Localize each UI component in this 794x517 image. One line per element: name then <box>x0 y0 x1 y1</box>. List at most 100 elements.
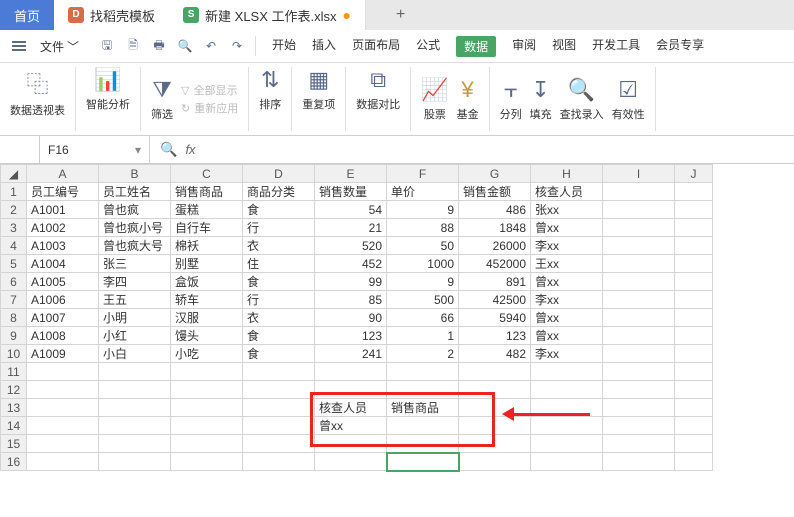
find-button[interactable]: 🔍查找录入 <box>560 77 604 122</box>
cell[interactable] <box>675 309 713 327</box>
cell[interactable] <box>603 381 675 399</box>
cell[interactable] <box>27 453 99 471</box>
cell[interactable]: 食 <box>243 327 315 345</box>
menu-view[interactable]: 视图 <box>552 36 576 57</box>
col-E[interactable]: E <box>315 165 387 183</box>
cell[interactable]: 食 <box>243 345 315 363</box>
cell[interactable] <box>243 417 315 435</box>
cell[interactable]: 26000 <box>459 237 531 255</box>
cell[interactable]: 李xx <box>531 291 603 309</box>
menu-layout[interactable]: 页面布局 <box>352 36 400 57</box>
cell[interactable]: 曾也疯 <box>99 201 171 219</box>
formula-input[interactable] <box>204 143 604 157</box>
cell[interactable] <box>603 237 675 255</box>
cell[interactable]: 99 <box>315 273 387 291</box>
cell[interactable] <box>387 363 459 381</box>
cell[interactable]: 5940 <box>459 309 531 327</box>
cell[interactable]: 棉袄 <box>171 237 243 255</box>
cell[interactable] <box>171 363 243 381</box>
cell[interactable]: A1007 <box>27 309 99 327</box>
hamburger-icon[interactable] <box>8 37 30 55</box>
cell[interactable] <box>675 399 713 417</box>
cell[interactable]: 123 <box>459 327 531 345</box>
col-A[interactable]: A <box>27 165 99 183</box>
cell[interactable] <box>675 327 713 345</box>
cell[interactable]: 1 <box>387 327 459 345</box>
cell[interactable] <box>675 435 713 453</box>
cell[interactable] <box>603 417 675 435</box>
cell[interactable] <box>99 435 171 453</box>
cell[interactable] <box>459 381 531 399</box>
cell[interactable] <box>603 273 675 291</box>
cell[interactable]: 曾xx <box>531 273 603 291</box>
cell[interactable]: A1006 <box>27 291 99 309</box>
cell[interactable] <box>603 201 675 219</box>
cell[interactable]: 42500 <box>459 291 531 309</box>
cell[interactable]: 张xx <box>531 201 603 219</box>
cell[interactable]: 行 <box>243 291 315 309</box>
cell[interactable] <box>387 453 459 471</box>
cell[interactable]: 员工编号 <box>27 183 99 201</box>
col-D[interactable]: D <box>243 165 315 183</box>
cell[interactable]: 张三 <box>99 255 171 273</box>
tab-home[interactable]: 首页 <box>0 0 54 30</box>
cell[interactable]: 李四 <box>99 273 171 291</box>
cell[interactable] <box>675 381 713 399</box>
cell[interactable]: 452000 <box>459 255 531 273</box>
cell[interactable]: 50 <box>387 237 459 255</box>
redo-button[interactable]: ↷ <box>227 36 247 56</box>
cell[interactable]: 曾xx <box>531 219 603 237</box>
cell[interactable] <box>603 453 675 471</box>
cell[interactable] <box>675 345 713 363</box>
cell[interactable] <box>99 453 171 471</box>
cell[interactable] <box>675 255 713 273</box>
cell[interactable] <box>675 453 713 471</box>
cell[interactable]: 9 <box>387 273 459 291</box>
cell[interactable]: 21 <box>315 219 387 237</box>
cell[interactable] <box>459 453 531 471</box>
cell[interactable] <box>243 363 315 381</box>
reapply-button[interactable]: ↻重新应用 <box>181 100 238 116</box>
cell[interactable] <box>531 435 603 453</box>
grid[interactable]: ◢ A B C D E F G H I J 1 员工编号 员工姓名 销售商品 商… <box>0 164 713 471</box>
col-J[interactable]: J <box>675 165 713 183</box>
tab-new[interactable]: + <box>366 0 427 30</box>
cell[interactable] <box>603 363 675 381</box>
cell[interactable]: 衣 <box>243 309 315 327</box>
cell[interactable]: 85 <box>315 291 387 309</box>
cell[interactable]: 销售商品 <box>171 183 243 201</box>
name-box[interactable]: F16▾ <box>40 136 150 163</box>
cell[interactable]: A1004 <box>27 255 99 273</box>
show-all-button[interactable]: ▽全部显示 <box>181 82 238 98</box>
cell[interactable]: 小白 <box>99 345 171 363</box>
cell[interactable]: A1005 <box>27 273 99 291</box>
fund-button[interactable]: ¥基金 <box>457 77 479 122</box>
cell[interactable]: 核查人员 <box>531 183 603 201</box>
menu-formula[interactable]: 公式 <box>416 36 440 57</box>
cell[interactable] <box>387 381 459 399</box>
cell[interactable] <box>459 363 531 381</box>
cell[interactable] <box>531 363 603 381</box>
cell[interactable]: 123 <box>315 327 387 345</box>
cell[interactable]: 馒头 <box>171 327 243 345</box>
cell[interactable]: 66 <box>387 309 459 327</box>
cell[interactable] <box>315 435 387 453</box>
cell[interactable] <box>99 399 171 417</box>
cell[interactable]: 轿车 <box>171 291 243 309</box>
cell[interactable]: 88 <box>387 219 459 237</box>
cell[interactable] <box>531 453 603 471</box>
pivot-button[interactable]: ⿻数据透视表 <box>10 67 65 118</box>
cell[interactable]: 李xx <box>531 237 603 255</box>
menu-dev[interactable]: 开发工具 <box>592 36 640 57</box>
cell[interactable]: A1008 <box>27 327 99 345</box>
save-as-button[interactable]: 🗎 <box>123 36 143 56</box>
cell[interactable] <box>315 381 387 399</box>
cell[interactable] <box>27 417 99 435</box>
cell[interactable] <box>603 219 675 237</box>
cell[interactable]: 销售数量 <box>315 183 387 201</box>
cell[interactable] <box>531 381 603 399</box>
cell[interactable] <box>27 381 99 399</box>
cell[interactable] <box>603 183 675 201</box>
cell[interactable] <box>315 453 387 471</box>
menu-review[interactable]: 审阅 <box>512 36 536 57</box>
